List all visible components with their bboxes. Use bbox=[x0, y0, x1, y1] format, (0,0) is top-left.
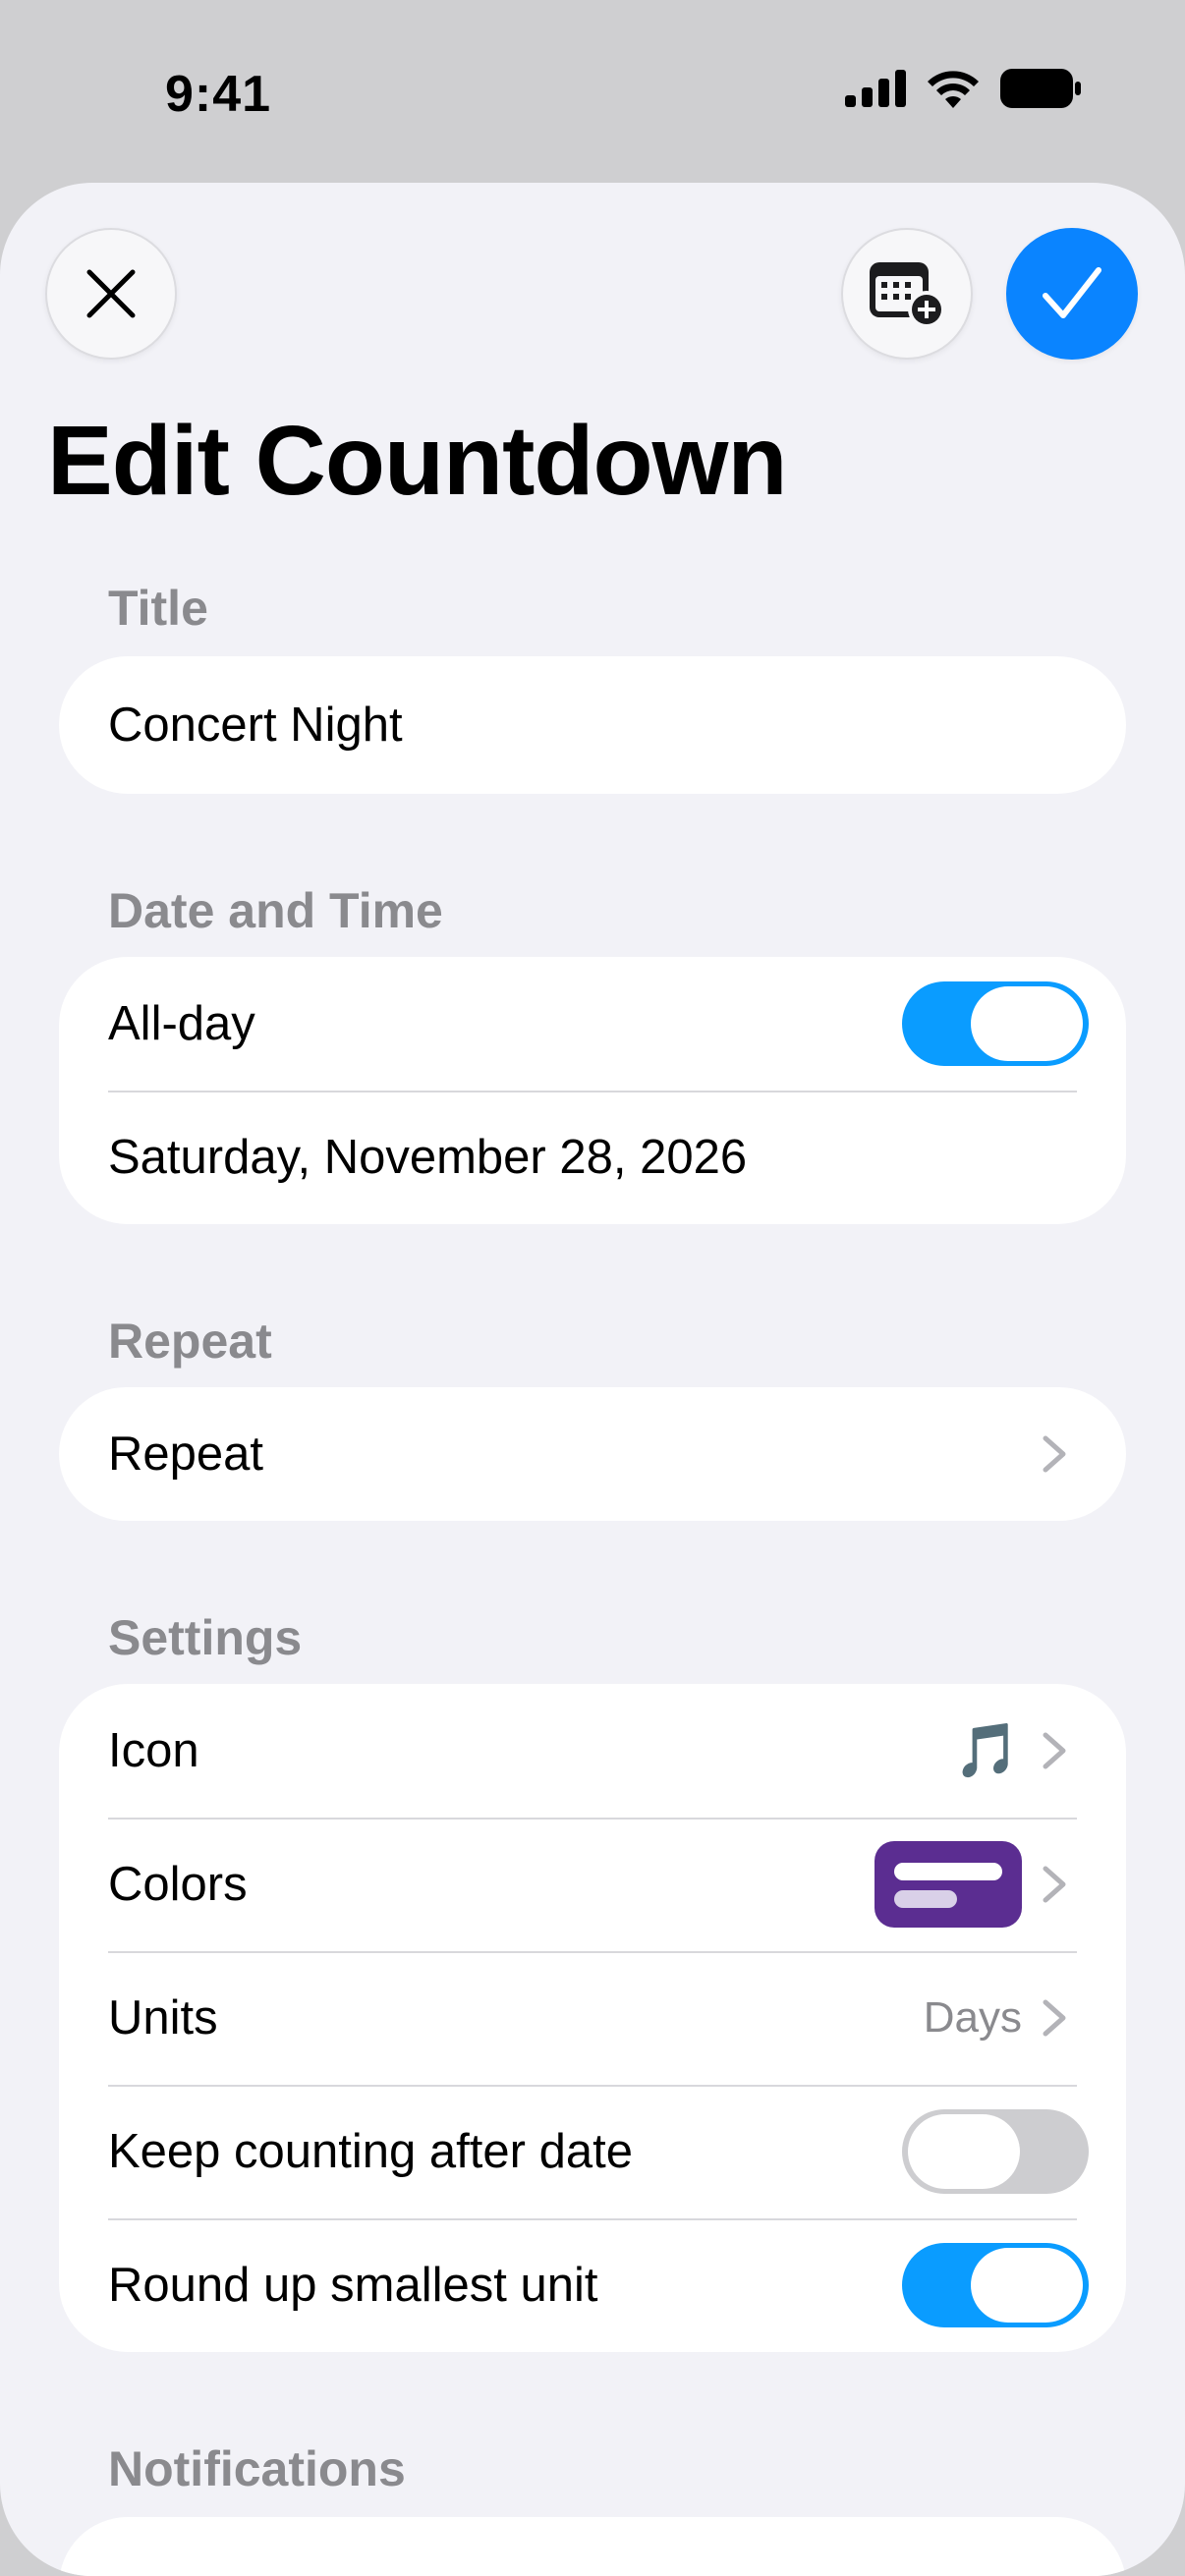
icon-row[interactable]: Icon 🎵 bbox=[59, 1684, 1126, 1818]
keep-counting-label: Keep counting after date bbox=[108, 2125, 633, 2178]
title-input-value[interactable]: Concert Night bbox=[108, 698, 403, 753]
chevron-right-icon bbox=[1043, 1732, 1066, 1769]
round-up-label: Round up smallest unit bbox=[108, 2259, 598, 2312]
done-button[interactable] bbox=[1006, 228, 1138, 360]
date-time-card: All-day Saturday, November 28, 2026 bbox=[59, 957, 1126, 1224]
chevron-right-icon bbox=[1043, 1866, 1066, 1903]
color-swatch bbox=[875, 1841, 1022, 1928]
status-icons bbox=[845, 69, 1081, 108]
page-title: Edit Countdown bbox=[47, 406, 787, 516]
date-row[interactable]: Saturday, November 28, 2026 bbox=[59, 1091, 1126, 1224]
chevron-right-icon bbox=[1043, 1999, 1066, 2037]
section-label-notifications: Notifications bbox=[108, 2441, 406, 2496]
close-icon bbox=[86, 269, 136, 318]
notifications-card[interactable] bbox=[59, 2517, 1126, 2576]
battery-icon bbox=[1000, 69, 1081, 108]
section-label-repeat: Repeat bbox=[108, 1314, 272, 1369]
round-up-toggle[interactable] bbox=[902, 2243, 1089, 2327]
cellular-signal-icon bbox=[845, 70, 906, 107]
colors-row-label: Colors bbox=[108, 1858, 248, 1911]
all-day-row: All-day bbox=[59, 957, 1126, 1091]
music-note-icon: 🎵 bbox=[953, 1720, 1020, 1780]
all-day-toggle[interactable] bbox=[902, 981, 1089, 1066]
settings-card: Icon 🎵 Colors Units Days Keep counting a… bbox=[59, 1684, 1126, 2352]
units-value: Days bbox=[923, 1993, 1022, 2042]
repeat-row[interactable]: Repeat bbox=[59, 1387, 1126, 1521]
keep-counting-toggle[interactable] bbox=[902, 2109, 1089, 2194]
chevron-right-icon bbox=[1043, 1435, 1066, 1473]
repeat-row-label: Repeat bbox=[108, 1428, 264, 1481]
all-day-label: All-day bbox=[108, 997, 255, 1050]
date-value[interactable]: Saturday, November 28, 2026 bbox=[108, 1130, 747, 1185]
section-label-date-time: Date and Time bbox=[108, 883, 443, 938]
calendar-add-icon bbox=[870, 262, 945, 328]
wifi-icon bbox=[928, 71, 979, 108]
checkmark-icon bbox=[1043, 267, 1101, 318]
status-bar: 9:41 bbox=[0, 0, 1185, 183]
units-row[interactable]: Units Days bbox=[59, 1951, 1126, 2085]
status-time: 9:41 bbox=[165, 66, 272, 123]
close-button[interactable] bbox=[45, 228, 177, 360]
keep-counting-row: Keep counting after date bbox=[59, 2085, 1126, 2218]
add-to-calendar-button[interactable] bbox=[841, 228, 973, 360]
edit-countdown-sheet: Edit Countdown Title Concert Night Date … bbox=[0, 183, 1185, 2576]
section-label-title: Title bbox=[108, 581, 208, 636]
icon-row-label: Icon bbox=[108, 1724, 199, 1777]
colors-row[interactable]: Colors bbox=[59, 1818, 1126, 1951]
units-row-label: Units bbox=[108, 1991, 218, 2044]
title-field[interactable]: Concert Night bbox=[59, 656, 1126, 794]
section-label-settings: Settings bbox=[108, 1610, 303, 1665]
round-up-row: Round up smallest unit bbox=[59, 2218, 1126, 2352]
